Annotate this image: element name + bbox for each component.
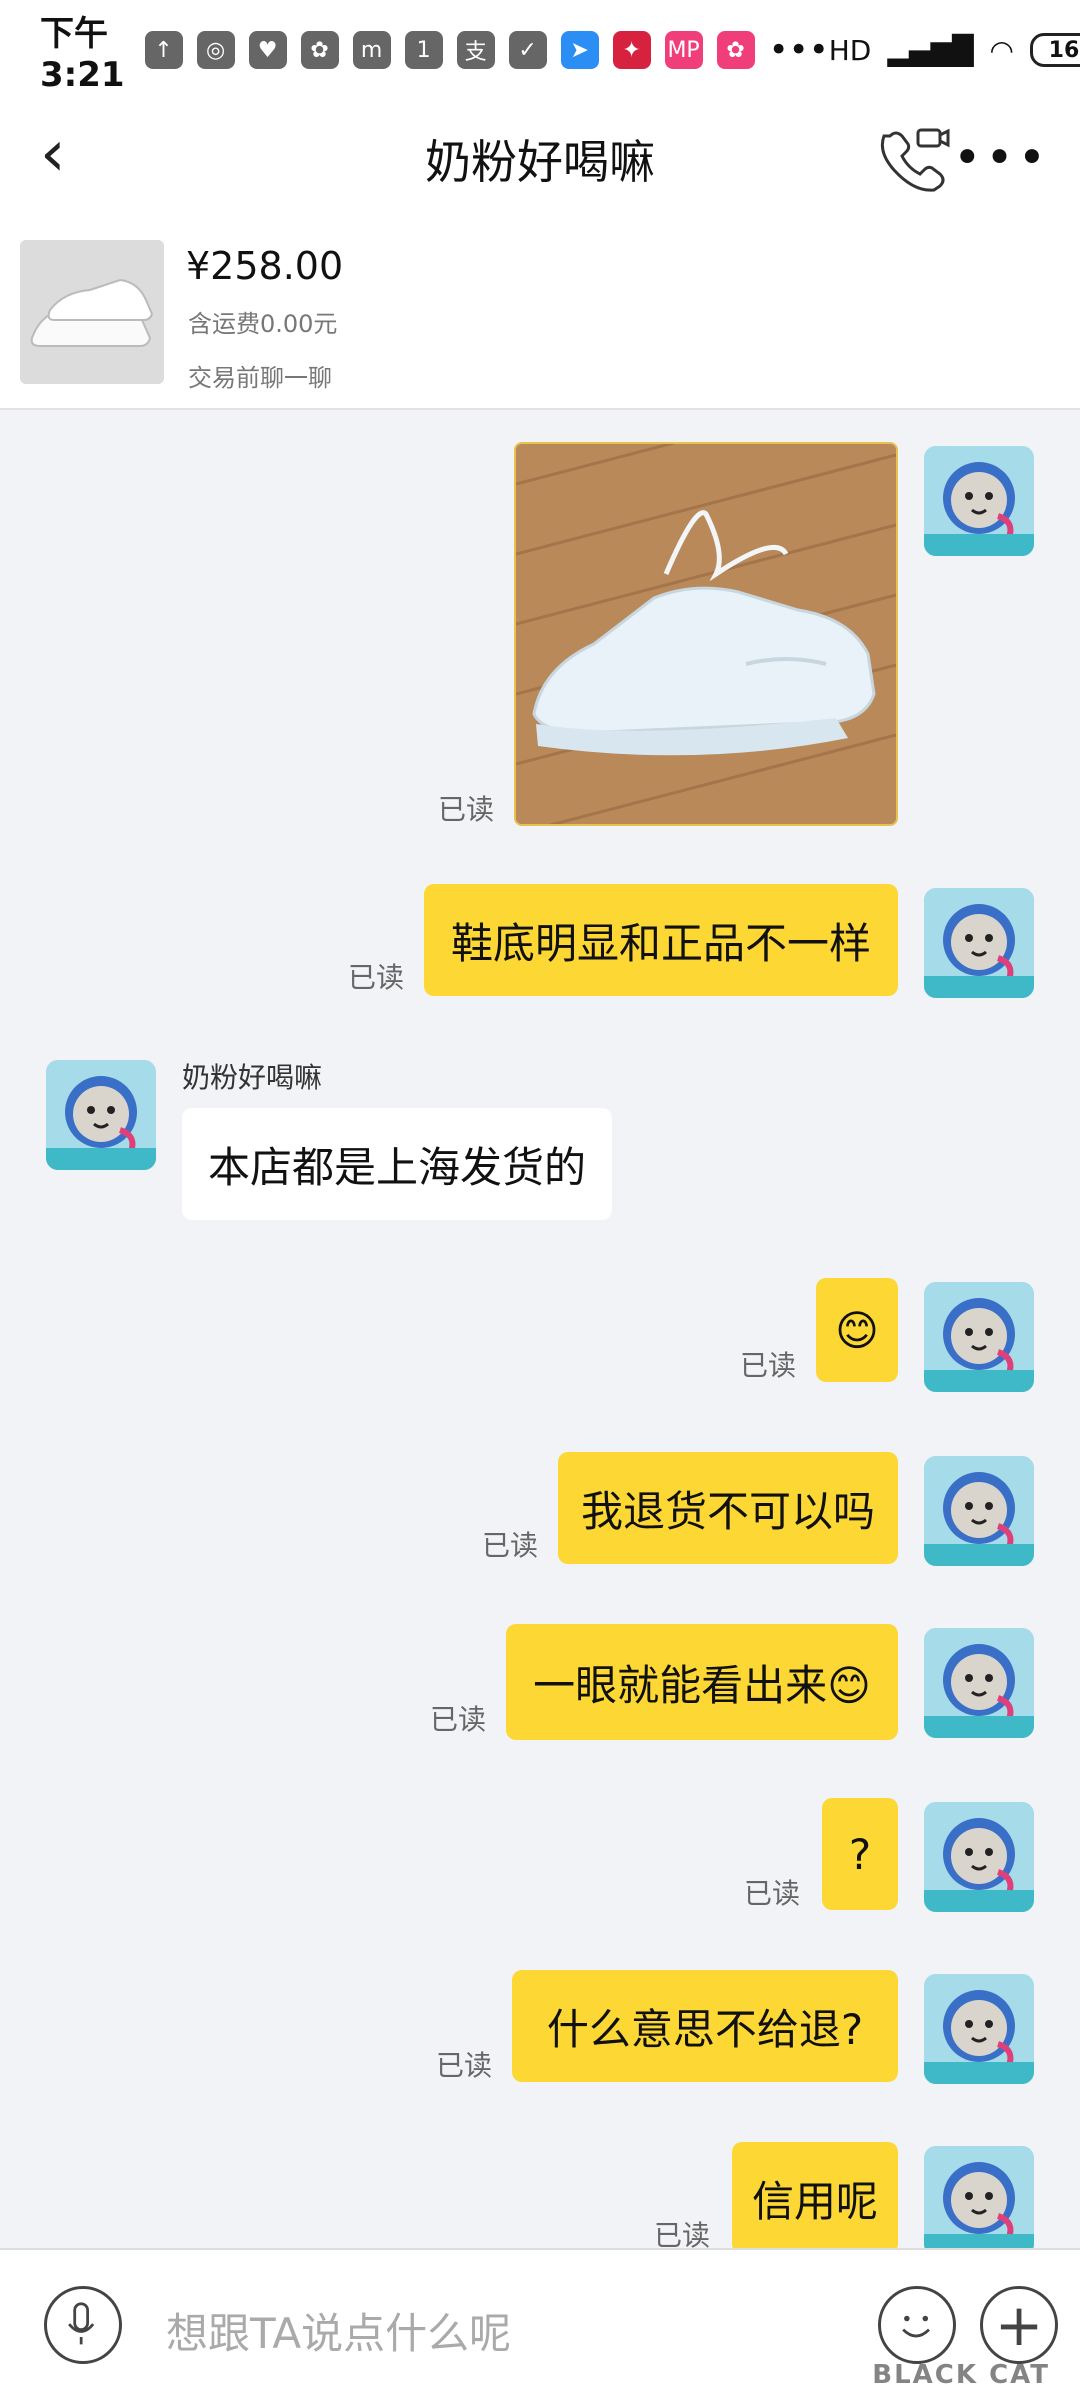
notification-icons: ↑ ◎ ♥ ✿ m 1 支 ✓ ➤ ✦ MP ✿ ••• — [144, 30, 829, 70]
paw-icon: ✿ — [300, 31, 339, 69]
input-bar: 想跟TA说点什么呢 + BLACK CAT — [0, 2248, 1080, 2400]
microphone-icon[interactable] — [44, 2286, 122, 2364]
watermark-text: BLACK CAT — [872, 2360, 1050, 2390]
my-avatar[interactable] — [924, 1282, 1034, 1392]
read-receipt: 已读 — [438, 793, 495, 826]
seller-avatar[interactable] — [46, 1060, 156, 1170]
my-avatar[interactable] — [924, 446, 1034, 556]
outgoing-message[interactable]: 什么意思不给退? — [512, 1970, 898, 2082]
photo-message[interactable] — [514, 442, 898, 826]
my-avatar[interactable] — [924, 1628, 1034, 1738]
outgoing-message[interactable]: 我退货不可以吗 — [558, 1452, 898, 1564]
vr-icon: ◎ — [196, 31, 235, 69]
mi-icon: m — [352, 31, 391, 69]
signal-icon: ▂▄▆█ — [887, 33, 974, 67]
outgoing-message[interactable]: ? — [822, 1798, 898, 1910]
read-receipt: 已读 — [740, 1349, 797, 1382]
product-price: ¥258.00 — [186, 244, 344, 288]
network-label: HD — [828, 33, 872, 67]
read-receipt: 已读 — [654, 2219, 711, 2248]
outgoing-message[interactable]: 😊 — [816, 1278, 898, 1382]
wifi-icon: ◠ — [989, 33, 1014, 67]
video-call-icon[interactable] — [880, 122, 950, 192]
add-attachment-icon[interactable]: + — [980, 2286, 1058, 2364]
product-thumbnail[interactable] — [20, 240, 164, 384]
my-avatar[interactable] — [924, 2146, 1034, 2248]
product-card[interactable]: ¥258.00 含运费0.00元 交易前聊一聊 — [0, 210, 1080, 410]
my-avatar[interactable] — [924, 888, 1034, 998]
mp-icon: MP — [664, 31, 703, 69]
my-avatar[interactable] — [924, 1456, 1034, 1566]
read-receipt: 已读 — [436, 2049, 493, 2082]
more-notifications-icon: ••• — [768, 30, 829, 70]
battery-icon: 16 — [1029, 33, 1080, 67]
my-avatar[interactable] — [924, 1802, 1034, 1912]
send-app-icon: ➤ — [560, 31, 599, 69]
pre-trade-chat-label: 交易前聊一聊 — [188, 364, 332, 392]
alipay-icon: 支 — [456, 31, 495, 69]
calendar-icon: 1 — [404, 31, 443, 69]
status-bar: 下午3:21 ↑ ◎ ♥ ✿ m 1 支 ✓ ➤ ✦ MP ✿ ••• HD ▂… — [0, 0, 1080, 100]
more-options-icon[interactable]: ••• — [953, 130, 1050, 186]
status-right: HD ▂▄▆█ ◠ 16 — [829, 33, 1080, 67]
outgoing-message[interactable]: 一眼就能看出来😊 — [506, 1624, 898, 1740]
my-avatar[interactable] — [924, 1974, 1034, 2084]
lottery-icon: ✦ — [612, 31, 651, 69]
read-receipt: 已读 — [482, 1529, 539, 1562]
check-icon: ✓ — [508, 31, 547, 69]
read-receipt: 已读 — [430, 1703, 487, 1736]
message-input[interactable]: 想跟TA说点什么呢 — [166, 2300, 511, 2361]
emoji-icon[interactable] — [878, 2286, 956, 2364]
heart-app-icon: ♥ — [248, 31, 287, 69]
read-receipt: 已读 — [744, 1877, 801, 1910]
message-list[interactable]: 已读 已读 鞋底明显和正品不一样 奶粉好喝嘛 本店都是上海发货的 已读 😊 已读… — [0, 410, 1080, 2248]
outgoing-message[interactable]: 鞋底明显和正品不一样 — [424, 884, 898, 996]
status-time: 下午3:21 — [40, 13, 125, 95]
outgoing-message[interactable]: 信用呢 — [732, 2142, 898, 2248]
shipping-fee: 含运费0.00元 — [188, 310, 338, 338]
incoming-message[interactable]: 本店都是上海发货的 — [182, 1108, 612, 1220]
game-icon: ✿ — [716, 31, 755, 69]
chat-header: ‹ 奶粉好喝嘛 ••• — [0, 100, 1080, 210]
upload-icon: ↑ — [144, 31, 183, 69]
battery-level: 16 — [1048, 37, 1080, 63]
read-receipt: 已读 — [348, 961, 405, 994]
sender-name: 奶粉好喝嘛 — [182, 1061, 323, 1094]
